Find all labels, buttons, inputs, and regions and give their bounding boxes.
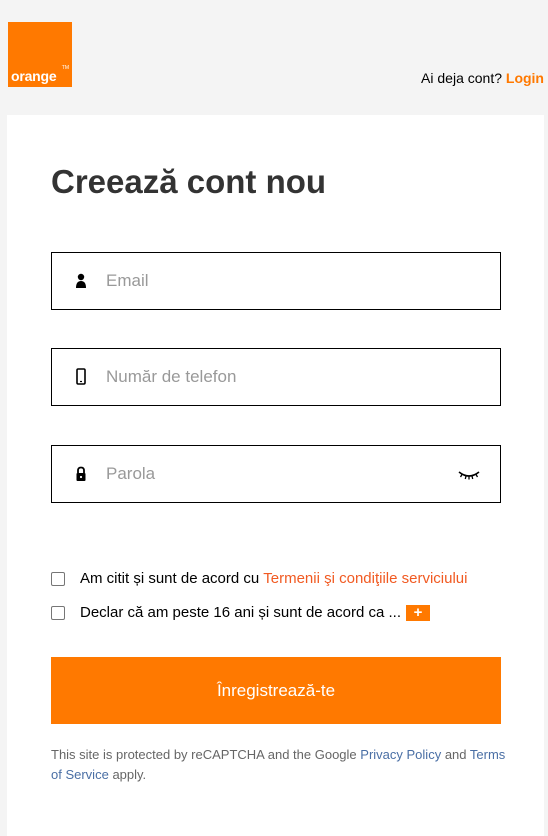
privacy-policy-link[interactable]: Privacy Policy [360,747,441,762]
age-checkbox-row[interactable]: Declar că am peste 16 ani și sunt de aco… [51,604,430,621]
phone-icon [76,368,86,385]
terms-checkbox[interactable] [51,571,65,586]
signup-card: Creează cont nou Am [7,115,544,836]
terms-checkbox-label: Am citit și sunt de acord cu [80,570,260,587]
eye-closed-icon[interactable] [458,466,480,482]
email-input[interactable] [106,265,436,297]
expand-button[interactable]: + [406,604,430,621]
email-field[interactable] [51,252,501,310]
terms-link[interactable]: Termenii şi condiţiile serviciului [263,570,467,587]
age-checkbox-label: Declar că am peste 16 ani și sunt de aco… [80,604,401,621]
page-title: Creează cont nou [51,163,327,200]
logo-text: orange [11,68,57,84]
register-button[interactable]: Înregistrează-te [51,657,501,724]
person-icon [76,273,86,288]
recaptcha-text-1: This site is protected by reCAPTCHA and … [51,747,357,762]
recaptcha-notice: This site is protected by reCAPTCHA and … [51,745,511,785]
login-link[interactable]: Login [506,70,544,86]
logo-trademark: TM [61,65,69,71]
terms-checkbox-row[interactable]: Am citit și sunt de acord cu Termenii şi… [51,570,468,587]
age-checkbox[interactable] [51,605,65,620]
orange-logo[interactable]: TM orange [8,22,72,87]
recaptcha-text-2: and [444,747,467,762]
phone-input[interactable] [106,361,436,393]
login-prompt: Ai deja cont? Login [421,70,544,86]
recaptcha-text-3: apply. [112,767,147,782]
phone-field[interactable] [51,348,501,406]
password-field[interactable] [51,445,501,503]
login-prompt-text: Ai deja cont? [421,70,502,86]
lock-icon [76,466,86,481]
password-input[interactable] [106,458,436,490]
